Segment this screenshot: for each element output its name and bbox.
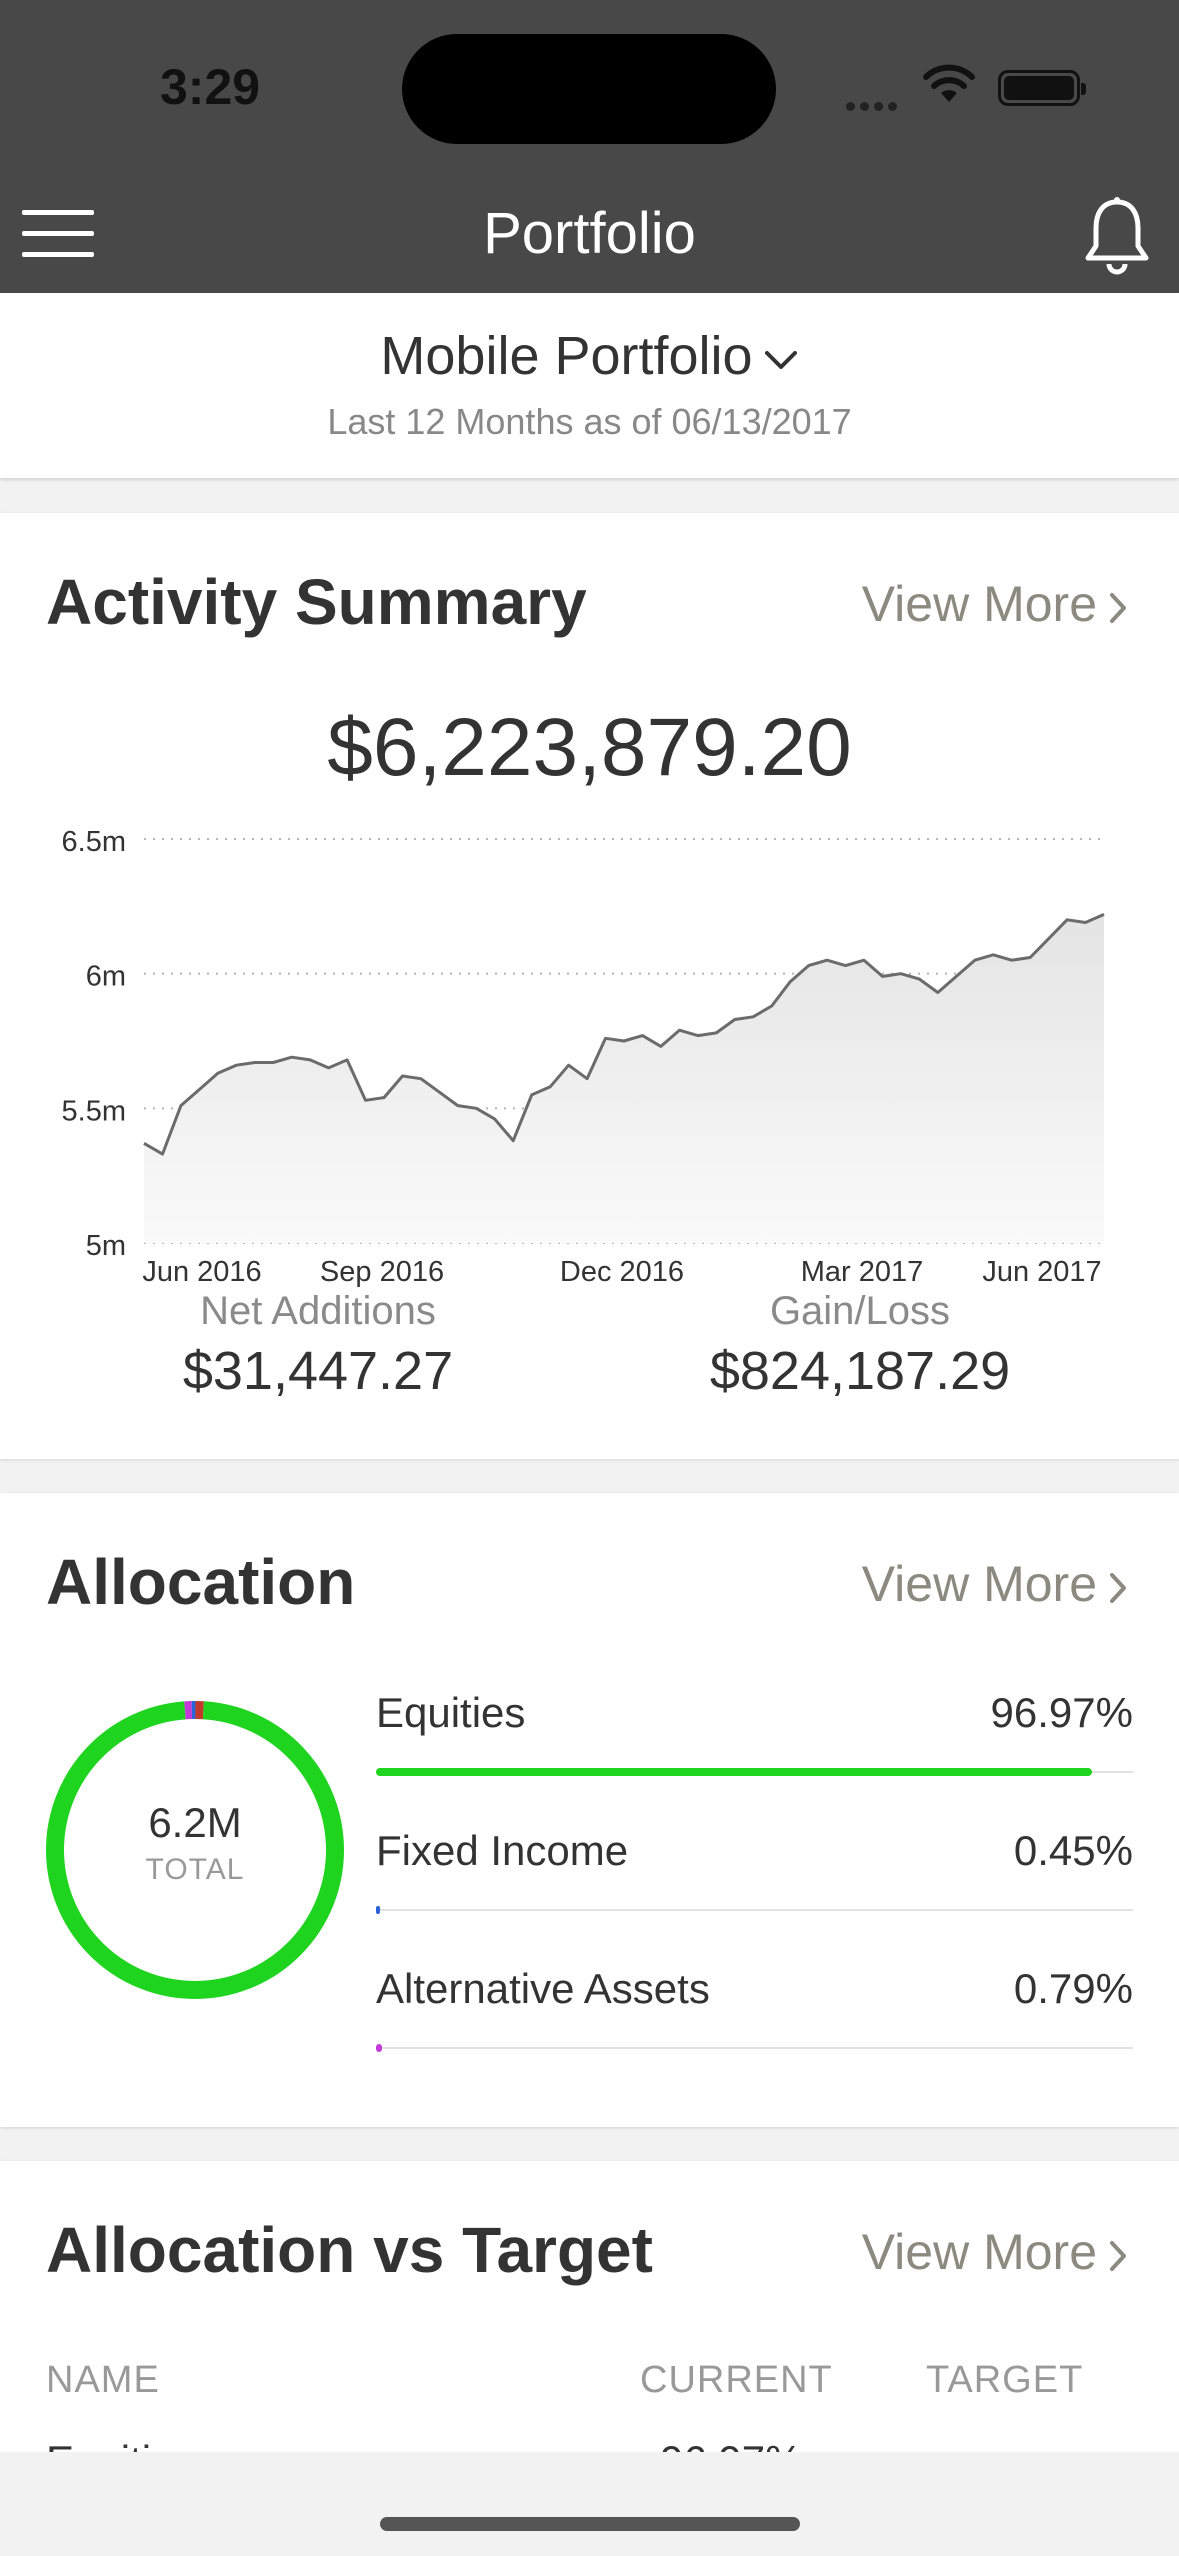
x-tick-label: Dec 2016 (560, 1256, 684, 1288)
allocation-total-label: TOTAL (145, 1853, 245, 1886)
allocation-pct: 0.79% (1013, 1965, 1133, 2012)
allocation-row-equities[interactable]: Equities 96.97% (376, 1689, 1133, 1819)
chevron-right-icon (1110, 2240, 1126, 2271)
allocation-pct: 96.97% (990, 1689, 1133, 1736)
view-more-label: View More (861, 576, 1097, 632)
gain-loss-value: $824,187.29 (709, 1341, 1011, 1401)
column-header-name[interactable]: NAME (46, 2359, 160, 2402)
dynamic-island (402, 34, 776, 144)
gain-loss-stat: Gain/Loss $824,187.29 (660, 1289, 1060, 1402)
page-title: Portfolio (483, 201, 696, 266)
chevron-right-icon (1110, 592, 1126, 623)
allocation-name: Alternative Assets (376, 1965, 710, 2012)
activity-summary-title: Activity Summary (46, 566, 587, 638)
allocation-card: Allocation View More 6.2M TOTAL Equities… (0, 1493, 1179, 2127)
allocation-row-alternative-assets[interactable]: Alternative Assets 0.79% (376, 1965, 1133, 2095)
net-additions-value: $31,447.27 (182, 1341, 454, 1401)
view-more-label: View More (861, 2224, 1097, 2280)
activity-chart: 6.5m 6m 5.5m 5m Jun 2016 Sep 2016 Dec 2016 Mar … (62, 826, 1105, 1288)
allocation-track (376, 1909, 1133, 1911)
allocation-bar-alternative-assets (376, 2044, 382, 2052)
column-header-target[interactable]: TARGET (926, 2359, 1083, 2402)
avt-view-more-link[interactable]: View More (862, 2223, 1129, 2281)
status-time: 3:29 (160, 59, 261, 115)
home-indicator[interactable] (380, 2517, 800, 2531)
x-tick-label: Mar 2017 (801, 1256, 924, 1288)
column-header-current[interactable]: CURRENT (640, 2359, 833, 2402)
allocation-name: Equities (376, 1689, 526, 1736)
bottom-safe-area (0, 2452, 1179, 2556)
allocation-row-fixed-income[interactable]: Fixed Income 0.45% (376, 1827, 1133, 1957)
activity-summary-card: Activity Summary View More $6,223,879.20… (0, 513, 1179, 1459)
y-tick-label: 6m (86, 961, 126, 993)
app-header: 3:29 Portfolio (0, 0, 1179, 293)
x-tick-label: Jun 2017 (982, 1256, 1101, 1288)
wifi-icon (923, 64, 975, 102)
allocation-vs-target-title: Allocation vs Target (46, 2214, 653, 2286)
net-additions-label: Net Additions (200, 1289, 436, 1333)
allocation-bar-fixed-income (376, 1906, 380, 1914)
signal-icon (846, 98, 906, 111)
portfolio-selector[interactable]: Mobile Portfolio Last 12 Months as of 06… (0, 293, 1179, 478)
portfolio-total-value: $6,223,879.20 (327, 702, 852, 793)
area-fill (144, 914, 1104, 1243)
y-tick-label: 6.5m (62, 826, 126, 858)
bell-icon[interactable] (1082, 196, 1152, 276)
allocation-total-value: 6.2M (148, 1799, 242, 1846)
net-additions-stat: Net Additions $31,447.27 (118, 1289, 518, 1402)
allocation-pct: 0.45% (1013, 1827, 1133, 1874)
activity-view-more-link[interactable]: View More (862, 575, 1129, 633)
allocation-view-more-link[interactable]: View More (862, 1555, 1129, 1613)
portfolio-name[interactable]: Mobile Portfolio (0, 325, 1179, 387)
gain-loss-label: Gain/Loss (769, 1289, 951, 1333)
y-tick-label: 5.5m (62, 1095, 126, 1127)
donut-center: 6.2M TOTAL (44, 1799, 346, 1887)
portfolio-date-range: Last 12 Months as of 06/13/2017 (327, 401, 852, 442)
x-tick-label: Sep 2016 (320, 1256, 444, 1288)
y-tick-label: 5m (86, 1230, 126, 1262)
chevron-down-icon (764, 350, 797, 369)
chevron-right-icon (1110, 1572, 1126, 1603)
x-tick-label: Jun 2016 (142, 1256, 261, 1288)
allocation-track (376, 2047, 1133, 2049)
allocation-name: Fixed Income (376, 1827, 629, 1874)
allocation-title: Allocation (46, 1546, 356, 1618)
battery-icon (998, 70, 1086, 106)
view-more-label: View More (861, 1556, 1097, 1612)
portfolio-name-label: Mobile Portfolio (380, 326, 753, 386)
allocation-bar-equities (376, 1768, 1092, 1776)
